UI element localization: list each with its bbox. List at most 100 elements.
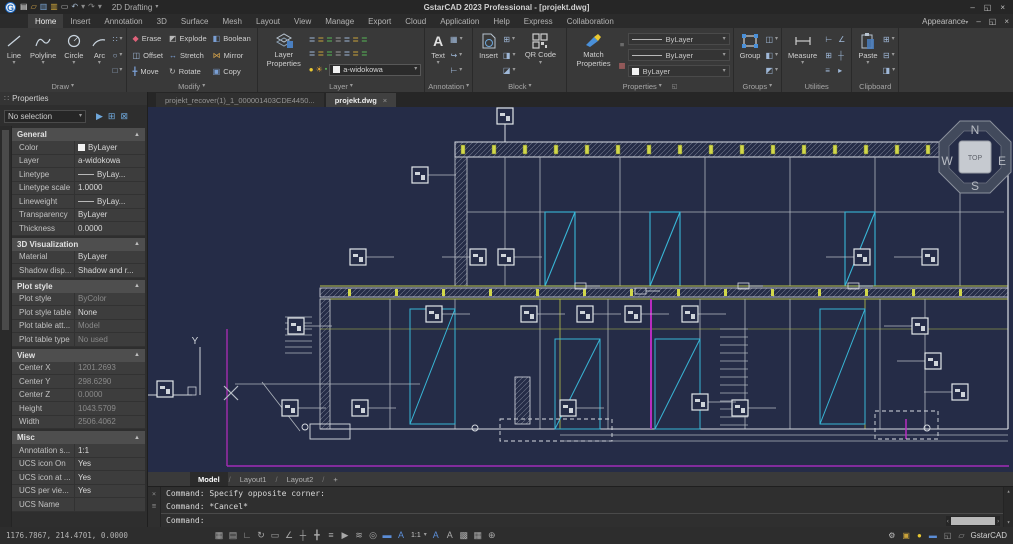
- hscroll-thumb[interactable]: [951, 517, 996, 525]
- clean-screen-icon[interactable]: ⊕: [485, 528, 499, 543]
- list-icon[interactable]: ≡: [825, 66, 830, 75]
- layout-tab-[interactable]: +: [325, 472, 345, 486]
- save-as-icon[interactable]: ▥: [50, 1, 58, 13]
- property-row-center-x[interactable]: Center X1201.2693: [12, 362, 145, 376]
- property-row-ucs-per-vie[interactable]: UCS per vie...Yes: [12, 485, 145, 499]
- ribbon-button-erase[interactable]: ◆Erase: [133, 33, 163, 45]
- property-value[interactable]: ByLayer: [75, 141, 145, 154]
- property-value[interactable]: 1:1: [75, 444, 145, 457]
- minimize-button[interactable]: –: [970, 3, 974, 12]
- layer-state-icon[interactable]: ≣: [361, 49, 368, 58]
- open-file-icon[interactable]: ▱: [31, 1, 37, 13]
- section-header-misc[interactable]: Misc▲: [12, 431, 145, 444]
- scroll-left-icon[interactable]: ‹: [946, 518, 950, 525]
- scroll-down-icon[interactable]: ▾: [1007, 519, 1011, 526]
- lineweight-display-icon[interactable]: ≡: [324, 528, 338, 543]
- scroll-up-icon[interactable]: ▴: [1007, 488, 1011, 495]
- property-row-ucs-icon-on[interactable]: UCS icon OnYes: [12, 458, 145, 472]
- section-header-general[interactable]: General▲: [12, 128, 145, 141]
- create-block-icon[interactable]: ⊞: [503, 35, 510, 44]
- property-row-center-z[interactable]: Center Z0.0000: [12, 389, 145, 403]
- paste-button[interactable]: Paste ▾: [855, 29, 880, 81]
- section-header-view[interactable]: View▲: [12, 349, 145, 362]
- layer-state-icon[interactable]: ≣: [344, 49, 351, 58]
- property-value[interactable]: Model: [75, 320, 145, 333]
- auto-scale-icon[interactable]: A: [429, 528, 443, 543]
- layer-state-icon[interactable]: ≣: [326, 35, 333, 44]
- ribbon-button-mirror[interactable]: ⋈Mirror: [213, 49, 251, 61]
- drawing-folder-icon[interactable]: ▱: [958, 531, 964, 540]
- quick-select-icon[interactable]: ▸: [838, 66, 842, 75]
- donut-icon[interactable]: ○: [113, 51, 118, 60]
- property-row-layer[interactable]: Layera-widokowa: [12, 155, 145, 169]
- property-value[interactable]: ByLay...: [75, 168, 145, 181]
- property-value[interactable]: 298.6290: [75, 375, 145, 388]
- view-cube-east[interactable]: E: [998, 154, 1006, 168]
- close-button[interactable]: ×: [1000, 3, 1005, 12]
- property-row-thickness[interactable]: Thickness0.0000: [12, 222, 145, 236]
- ribbon-button-polyline[interactable]: Polyline ▾: [27, 29, 59, 81]
- menu-tab-insert[interactable]: Insert: [63, 14, 97, 28]
- property-value[interactable]: 1.0000: [75, 182, 145, 195]
- ribbon-button-line[interactable]: Line ▾: [3, 29, 25, 81]
- layer-freeze-sun-icon[interactable]: ☀: [316, 65, 323, 74]
- menu-tab-manage[interactable]: Manage: [318, 14, 361, 28]
- property-row-lineweight[interactable]: LineweightByLay...: [12, 195, 145, 209]
- linetype-list-icon[interactable]: ≡: [620, 40, 624, 49]
- layer-state-icon[interactable]: ≣: [344, 35, 351, 44]
- id-point-icon[interactable]: ┼: [838, 51, 844, 60]
- calculator-icon[interactable]: ⊞: [825, 51, 832, 60]
- menu-tab-collaboration[interactable]: Collaboration: [560, 14, 621, 28]
- property-value[interactable]: ByLayer: [75, 251, 145, 264]
- quick-select-icon[interactable]: ⊞: [108, 111, 116, 122]
- layer-state-icon[interactable]: ≣: [317, 49, 324, 58]
- text-button[interactable]: A Text ▾: [428, 29, 448, 81]
- table-icon[interactable]: ▦: [450, 35, 458, 44]
- menu-tab-express[interactable]: Express: [517, 14, 560, 28]
- ribbon-button-circle[interactable]: Circle ▾: [61, 29, 86, 81]
- object-color-combo[interactable]: ByLayer▾: [628, 65, 730, 77]
- property-value[interactable]: None: [75, 306, 145, 319]
- ribbon-button-move[interactable]: ╋Move: [133, 66, 163, 78]
- property-value[interactable]: ByLayer: [75, 209, 145, 222]
- new-file-icon[interactable]: ▤: [20, 1, 28, 13]
- panel-label-draw[interactable]: Draw▾: [3, 81, 123, 92]
- property-row-width[interactable]: Width2506.4062: [12, 416, 145, 430]
- save-icon[interactable]: ▥: [40, 1, 48, 13]
- command-hscrollbar[interactable]: ‹ ›: [946, 516, 1000, 526]
- color-grid-icon[interactable]: ▦: [618, 61, 625, 70]
- property-row-plot-style-table[interactable]: Plot style tableNone: [12, 306, 145, 320]
- panel-label-block[interactable]: Block▾: [476, 81, 563, 92]
- panel-label-utilities[interactable]: Utilities: [785, 81, 848, 92]
- layer-state-icon[interactable]: ≣: [317, 35, 324, 44]
- layer-state-icon[interactable]: ≣: [335, 49, 342, 58]
- property-value[interactable]: No used: [75, 333, 145, 346]
- layer-on-bulb-icon[interactable]: ●: [309, 65, 314, 74]
- rectangle-icon[interactable]: □: [113, 66, 118, 75]
- menu-tab-help[interactable]: Help: [486, 14, 516, 28]
- isometric-drafting-icon[interactable]: ≋: [352, 528, 366, 543]
- menu-tab-view[interactable]: View: [287, 14, 318, 28]
- select-objects-icon[interactable]: ▶: [96, 111, 103, 122]
- property-value[interactable]: Yes: [75, 471, 145, 484]
- view-cube-north[interactable]: N: [971, 123, 980, 137]
- doc-close-button[interactable]: ×: [1004, 17, 1009, 26]
- match-properties-button[interactable]: Match Properties: [570, 29, 616, 81]
- doc-restore-button[interactable]: ◱: [989, 17, 997, 26]
- dialog-launcher-icon[interactable]: ◱: [672, 83, 678, 90]
- menu-tab-3d[interactable]: 3D: [150, 14, 174, 28]
- scroll-right-icon[interactable]: ›: [996, 518, 1000, 525]
- layer-state-icon[interactable]: ≣: [309, 49, 316, 58]
- menu-tab-application[interactable]: Application: [433, 14, 486, 28]
- command-vscrollbar[interactable]: ▴ ▾: [1003, 487, 1013, 527]
- menu-tab-surface[interactable]: Surface: [174, 14, 216, 28]
- annotation-units-icon[interactable]: A: [443, 528, 457, 543]
- paste-special-icon[interactable]: ◨: [883, 66, 891, 75]
- property-row-linetype[interactable]: LinetypeByLay...: [12, 168, 145, 182]
- doc-tab-projekt-dwg[interactable]: projekt.dwg×: [326, 93, 396, 107]
- panel-label-clipboard[interactable]: Clipboard: [855, 81, 895, 92]
- select-all-icon[interactable]: ⊠: [120, 111, 128, 122]
- scrollbar-thumb[interactable]: [2, 130, 9, 330]
- annotation-visibility-icon[interactable]: A: [394, 528, 408, 543]
- view-cube-south[interactable]: S: [971, 179, 979, 193]
